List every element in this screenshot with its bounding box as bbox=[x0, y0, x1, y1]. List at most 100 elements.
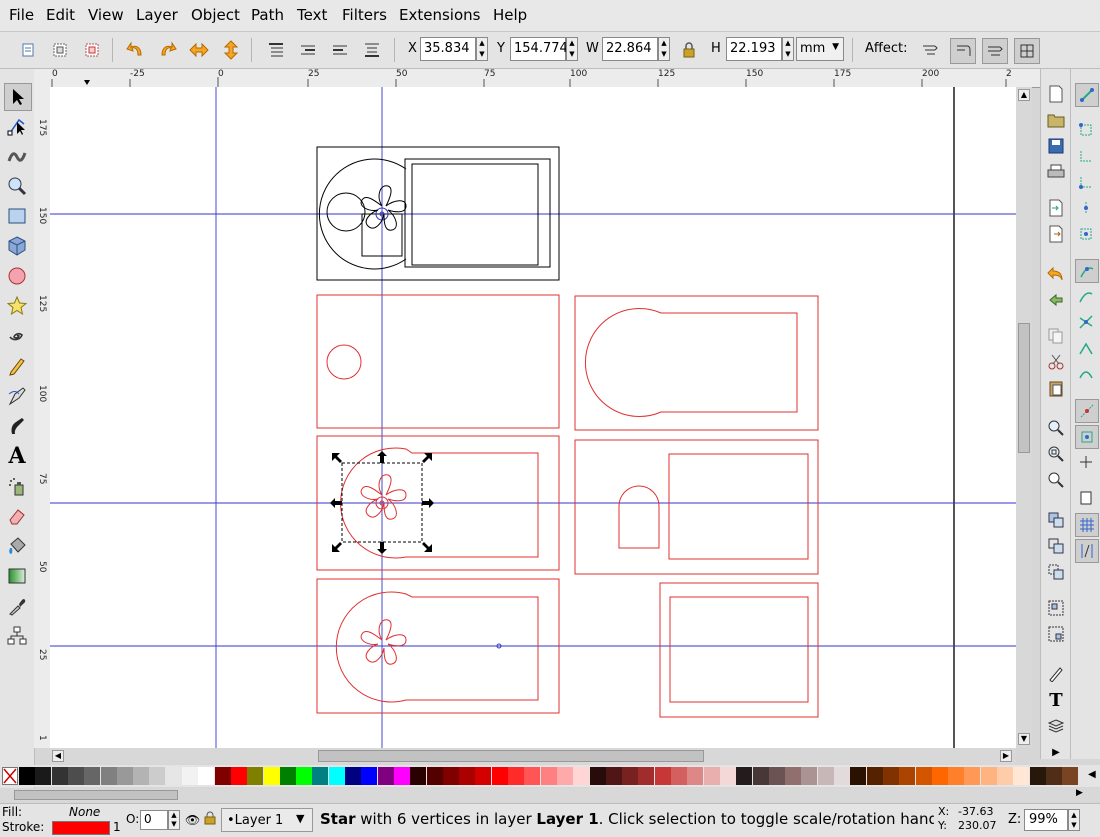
color-swatch[interactable] bbox=[328, 767, 345, 785]
palette-scroll-thumb[interactable] bbox=[14, 790, 178, 800]
color-swatch[interactable] bbox=[165, 767, 182, 785]
snap-midpoints-icon[interactable] bbox=[1075, 399, 1099, 423]
zoom-tool-icon[interactable] bbox=[4, 173, 30, 199]
eraser-tool-icon[interactable] bbox=[4, 503, 30, 529]
color-swatch[interactable] bbox=[1013, 767, 1030, 785]
color-swatch[interactable] bbox=[540, 767, 557, 785]
color-swatch[interactable] bbox=[654, 767, 671, 785]
color-swatch[interactable] bbox=[997, 767, 1013, 785]
palette-menu-arrow-icon[interactable]: ◀ bbox=[1088, 769, 1096, 780]
h-stepper[interactable]: ▲ ▼ bbox=[782, 37, 794, 61]
fill-value[interactable]: None bbox=[69, 805, 100, 819]
palette-scroll-right-arrow[interactable]: ▶ bbox=[1076, 788, 1083, 798]
snap-toggle-icon[interactable] bbox=[1075, 83, 1099, 107]
snap-paths-icon[interactable] bbox=[1075, 285, 1097, 307]
lock-layer-icon[interactable] bbox=[204, 811, 216, 829]
color-swatch[interactable] bbox=[491, 767, 508, 785]
assembly-drawing[interactable] bbox=[316, 146, 560, 281]
dropper-tool-icon[interactable] bbox=[4, 593, 30, 619]
snap-cusp-icon[interactable] bbox=[1075, 337, 1097, 359]
affect-stroke-icon[interactable] bbox=[918, 38, 942, 62]
color-swatch[interactable] bbox=[116, 767, 133, 785]
rectangle-tool-icon[interactable] bbox=[4, 203, 30, 229]
menu-view[interactable]: View bbox=[88, 6, 124, 24]
snap-bbox-edge-icon[interactable] bbox=[1075, 145, 1097, 167]
color-swatch[interactable] bbox=[573, 767, 590, 785]
node-tool-icon[interactable] bbox=[4, 113, 30, 139]
color-swatch[interactable] bbox=[785, 767, 802, 785]
text-tool-icon[interactable]: A bbox=[4, 443, 30, 469]
color-swatch[interactable] bbox=[768, 767, 785, 785]
pencil-tool-icon[interactable] bbox=[4, 353, 30, 379]
export-icon[interactable] bbox=[1045, 223, 1067, 245]
zoom-stepper[interactable]: ▲ ▼ bbox=[1068, 809, 1080, 831]
color-swatch[interactable] bbox=[214, 767, 231, 785]
group-icon[interactable] bbox=[1045, 597, 1067, 619]
color-swatch[interactable] bbox=[100, 767, 117, 785]
color-swatch[interactable] bbox=[459, 767, 476, 785]
affect-gradient-icon[interactable] bbox=[982, 38, 1008, 64]
part-1[interactable] bbox=[316, 294, 560, 429]
affect-corners-icon[interactable] bbox=[950, 38, 976, 64]
flip-horizontal-icon[interactable] bbox=[187, 38, 211, 62]
w-field[interactable]: 22.864 bbox=[602, 37, 658, 61]
color-swatch[interactable] bbox=[182, 767, 198, 785]
color-swatch[interactable] bbox=[426, 767, 443, 785]
undo-icon[interactable] bbox=[1045, 263, 1067, 285]
lock-icon[interactable] bbox=[677, 38, 701, 62]
horizontal-scroll-thumb[interactable] bbox=[318, 750, 704, 762]
color-swatch[interactable] bbox=[556, 767, 573, 785]
color-swatch[interactable] bbox=[67, 767, 84, 785]
scroll-left-arrow[interactable]: ◀ bbox=[52, 750, 64, 762]
h-field[interactable]: 22.193 bbox=[726, 37, 782, 61]
canvas-drawing[interactable] bbox=[50, 87, 1016, 748]
cut-icon[interactable] bbox=[1045, 351, 1067, 373]
zoom-drawing-icon[interactable] bbox=[1045, 443, 1067, 465]
print-icon[interactable] bbox=[1045, 161, 1067, 183]
guides[interactable] bbox=[50, 87, 1016, 748]
vertical-scrollbar[interactable]: ▲ ▼ bbox=[1016, 87, 1032, 748]
menu-file[interactable]: File bbox=[9, 6, 34, 24]
color-swatch[interactable] bbox=[475, 767, 492, 785]
menu-layer[interactable]: Layer bbox=[136, 6, 178, 24]
color-swatch[interactable] bbox=[442, 767, 459, 785]
color-swatch[interactable] bbox=[964, 767, 981, 785]
color-swatch[interactable] bbox=[850, 767, 867, 785]
redo-icon[interactable] bbox=[1045, 289, 1067, 311]
snap-grid-icon[interactable] bbox=[1075, 513, 1099, 537]
scroll-right-arrow[interactable]: ▶ bbox=[1000, 750, 1012, 762]
ungroup-icon[interactable] bbox=[1045, 623, 1067, 645]
snap-nodes-icon[interactable] bbox=[1075, 259, 1099, 283]
text-font-icon[interactable]: T bbox=[1045, 689, 1067, 711]
color-swatch[interactable] bbox=[393, 767, 410, 785]
ellipse-tool-icon[interactable] bbox=[4, 263, 30, 289]
eye-icon[interactable]: 👁 bbox=[185, 813, 200, 827]
pen-tool-icon[interactable] bbox=[4, 383, 30, 409]
color-swatch[interactable] bbox=[345, 767, 361, 785]
snap-bbox-center-icon[interactable] bbox=[1075, 223, 1097, 245]
y-stepper[interactable]: ▲ ▼ bbox=[566, 37, 578, 61]
color-swatch[interactable] bbox=[638, 767, 655, 785]
snap-bbox-corner-icon[interactable] bbox=[1075, 171, 1097, 193]
color-swatch[interactable] bbox=[980, 767, 997, 785]
zoom-page-icon[interactable] bbox=[1045, 469, 1067, 491]
color-swatch[interactable] bbox=[1029, 767, 1046, 785]
color-swatch[interactable] bbox=[279, 767, 296, 785]
copy-icon[interactable] bbox=[1045, 325, 1067, 347]
stroke-width[interactable]: 1 bbox=[113, 820, 121, 834]
connector-tool-icon[interactable] bbox=[4, 623, 30, 649]
x-stepper[interactable]: ▲ ▼ bbox=[476, 37, 488, 61]
menu-edit[interactable]: Edit bbox=[46, 6, 75, 24]
select-all-layers-icon[interactable] bbox=[48, 38, 72, 62]
color-swatch[interactable] bbox=[899, 767, 916, 785]
scroll-down-arrow[interactable]: ▼ bbox=[1018, 733, 1030, 745]
color-swatch[interactable] bbox=[377, 767, 394, 785]
color-swatch[interactable] bbox=[719, 767, 736, 785]
color-swatch[interactable] bbox=[703, 767, 720, 785]
import-icon[interactable] bbox=[1045, 197, 1067, 219]
save-icon[interactable] bbox=[1045, 135, 1067, 157]
color-swatch[interactable] bbox=[605, 767, 622, 785]
raise-to-top-icon[interactable] bbox=[264, 38, 288, 62]
color-swatch[interactable] bbox=[35, 767, 52, 785]
color-swatch[interactable] bbox=[817, 767, 834, 785]
